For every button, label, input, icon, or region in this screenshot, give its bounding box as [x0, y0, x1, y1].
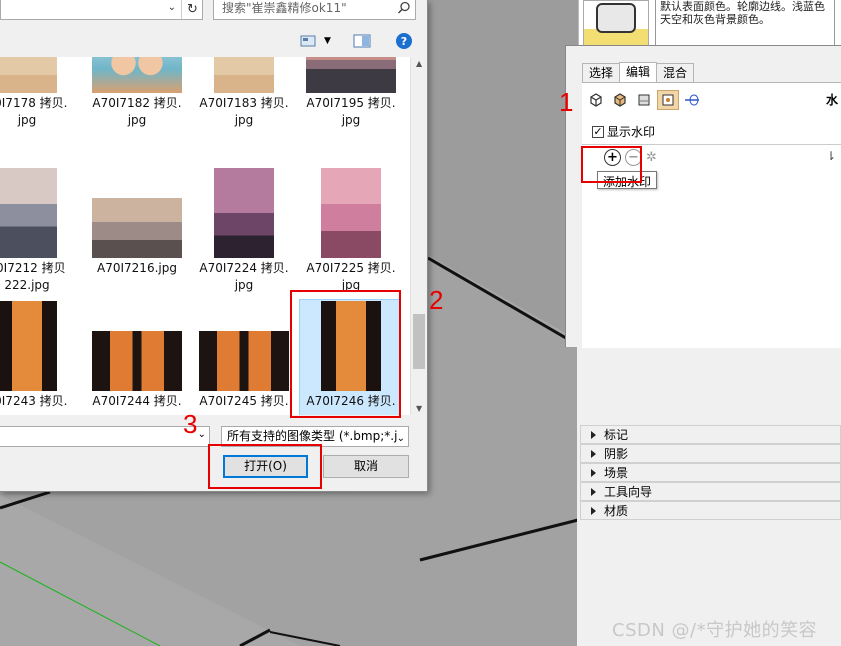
chevron-down-icon[interactable]: ⌄ — [396, 429, 405, 446]
file-thumbnail — [306, 57, 396, 93]
file-thumbnail — [214, 168, 274, 258]
filetype-value: 所有支持的图像类型 (*.bmp;*.j — [227, 429, 398, 443]
file-name-ext: jpg — [341, 113, 361, 127]
style-thumbnail[interactable] — [583, 0, 649, 50]
edge-settings-icon[interactable] — [586, 91, 606, 109]
edit-mode-icons — [586, 90, 702, 110]
annotation-number-2: 2 — [429, 285, 444, 315]
annotation-number-1: 1 — [559, 87, 574, 117]
annotation-number-3: 3 — [183, 409, 198, 439]
scrollbar-thumb[interactable] — [413, 314, 425, 369]
chevron-down-icon[interactable]: ⌄ — [168, 2, 176, 13]
watermark-settings-icon[interactable] — [657, 90, 679, 110]
search-placeholder: 搜索"崔崇鑫精修ok11" — [222, 1, 347, 15]
scroll-up-arrow-icon[interactable]: ▲ — [416, 59, 422, 68]
show-watermark-row[interactable]: ✓ 显示水印 — [592, 123, 655, 140]
expand-arrow-icon — [591, 506, 596, 515]
styles-panel: 选择 编辑 混合 ✓ 显示水印 + − ✲ 水 ⇂ — [565, 45, 841, 348]
divider — [582, 144, 841, 145]
tray-panels: 标记 阴影 场景 工具向导 材质 — [580, 425, 841, 520]
chevron-down-icon[interactable]: ⌄ — [198, 429, 206, 440]
refresh-icon: ↻ — [187, 2, 198, 17]
show-watermark-checkbox[interactable]: ✓ — [592, 125, 604, 138]
cancel-button[interactable]: 取消 — [323, 455, 409, 478]
tab-select[interactable]: 选择 — [582, 63, 621, 82]
panel-right-edge-text: 水 — [825, 93, 838, 107]
file-name-ext: jpg — [234, 278, 254, 292]
tray-panel-label: 标记 — [604, 428, 629, 442]
cube-icon — [596, 3, 636, 33]
csdn-watermark: CSDN @/*守护她的笑容 — [612, 620, 818, 641]
file-thumbnail — [199, 331, 289, 391]
modeling-settings-icon[interactable] — [682, 91, 702, 109]
file-name: A70I7195 拷贝. — [306, 96, 396, 110]
filename-input[interactable]: ⌄ — [0, 426, 210, 447]
file-thumbnail — [0, 168, 57, 258]
file-name-ext: jpg — [127, 113, 147, 127]
face-settings-icon[interactable] — [610, 91, 630, 109]
file-thumbnail — [321, 168, 381, 258]
tab-mix[interactable]: 混合 — [656, 63, 695, 82]
annotation-box-open-button — [208, 444, 322, 489]
watermark-gear-icon[interactable]: ✲ — [646, 149, 660, 166]
scroll-down-arrow-icon[interactable]: ▼ — [416, 404, 422, 413]
tray-panel-instructor[interactable]: 工具向导 — [580, 482, 841, 501]
view-mode-icon[interactable] — [300, 35, 316, 47]
tray-panel-label: 工具向导 — [604, 485, 653, 499]
file-list-scrollbar[interactable]: ▲ ▼ — [410, 57, 427, 415]
file-thumbnail — [214, 57, 274, 93]
file-name: 70I7178 拷贝. — [0, 96, 68, 110]
style-tabs: 选择 编辑 混合 — [582, 62, 695, 82]
file-name: A70I7216.jpg — [97, 261, 177, 275]
tray-panel-shadows[interactable]: 阴影 — [580, 444, 841, 463]
file-thumbnail — [0, 301, 57, 391]
tray-panel-label: 材质 — [604, 504, 629, 518]
file-name: A70I7182 拷贝. — [92, 96, 182, 110]
search-input[interactable]: 搜索"崔崇鑫精修ok11" — [213, 0, 416, 20]
file-name: A70I7245 拷贝. — [199, 394, 289, 408]
tray-panel-label: 阴影 — [604, 447, 629, 461]
expand-arrow-icon — [591, 487, 596, 496]
expand-arrow-icon — [591, 430, 596, 439]
background-settings-icon[interactable] — [634, 91, 654, 109]
address-bar[interactable]: ⌄ ↻ — [0, 0, 203, 20]
tray-panel-scenes[interactable]: 场景 — [580, 463, 841, 482]
file-thumbnail — [0, 57, 57, 93]
tray-panel-label: 场景 — [604, 466, 629, 480]
file-name-ext: jpg — [17, 113, 37, 127]
expand-arrow-icon — [591, 449, 596, 458]
open-file-dialog: ⌄ ↻ 搜索"崔崇鑫精修ok11" ▼ ? 70I7178 拷贝. jpg A70I… — [0, 0, 428, 492]
file-name: A70I7224 拷贝. — [199, 261, 289, 275]
file-thumbnail — [92, 57, 182, 93]
style-description: 默认表面颜色。轮廓边线。浅蓝色天空和灰色背景颜色。 — [655, 0, 835, 48]
file-name: A70I7244 拷贝. — [92, 394, 182, 408]
refresh-button[interactable]: ↻ — [181, 0, 203, 19]
show-watermark-label: 显示水印 — [607, 125, 656, 139]
file-thumbnail — [92, 198, 182, 258]
tray-panel-tags[interactable]: 标记 — [580, 425, 841, 444]
file-name-ext: 222.jpg — [4, 278, 50, 292]
view-toolbar: ▼ ? — [300, 32, 413, 50]
file-thumbnail — [92, 331, 182, 391]
annotation-box-selected-file — [290, 290, 401, 418]
file-name-ext: jpg — [234, 113, 254, 127]
svg-text:?: ? — [401, 35, 407, 48]
file-name: 70I7212 拷贝 — [0, 261, 66, 275]
file-name: A70I7183 拷贝. — [199, 96, 289, 110]
tab-edit[interactable]: 编辑 — [619, 62, 658, 82]
tray-panel-materials[interactable]: 材质 — [580, 501, 841, 520]
annotation-box-add-watermark — [581, 146, 642, 183]
file-name: 70I7243 拷贝. — [0, 394, 68, 408]
preview-pane-icon[interactable] — [353, 34, 371, 48]
edit-tab-body: ✓ 显示水印 + − ✲ 名称 水 ⇂ — [582, 82, 841, 348]
file-name: A70I7225 拷贝. — [306, 261, 396, 275]
export-icon[interactable]: ⇂ — [826, 149, 836, 163]
help-icon[interactable]: ? — [395, 32, 413, 50]
search-icon[interactable] — [397, 1, 411, 15]
expand-arrow-icon — [591, 468, 596, 477]
view-options-dropdown-icon[interactable]: ▼ — [324, 36, 331, 46]
